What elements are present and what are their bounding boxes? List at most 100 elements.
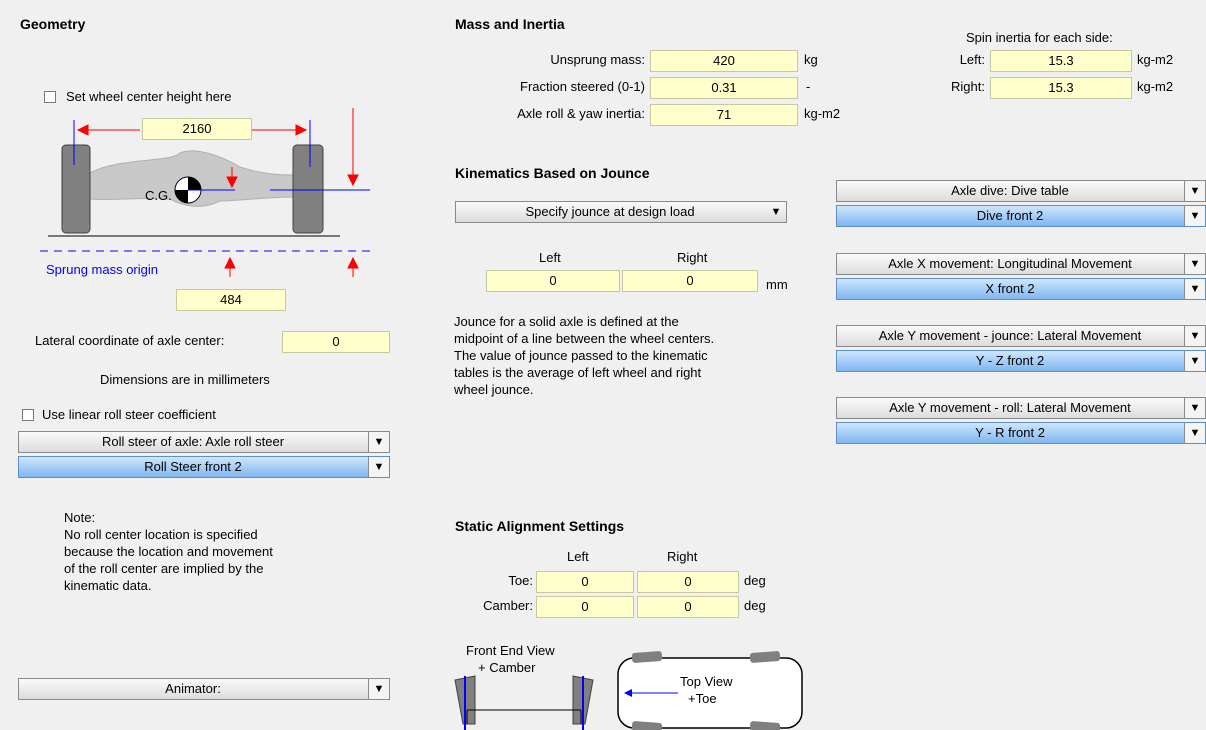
note-title: Note: bbox=[64, 510, 96, 525]
chevron-down-icon: ▼ bbox=[1184, 254, 1205, 274]
linear-roll-label: Use linear roll steer coefficient bbox=[42, 407, 216, 422]
top-view-diagram bbox=[617, 651, 803, 730]
left-wheel bbox=[61, 144, 91, 234]
units-note: Dimensions are in millimeters bbox=[100, 372, 270, 387]
y-jounce-label: Axle Y movement - jounce: Lateral Moveme… bbox=[878, 328, 1142, 343]
toe-unit: deg bbox=[744, 573, 766, 588]
jounce-description: Jounce for a solid axle is defined at th… bbox=[454, 313, 714, 398]
roll-steer-dropdown-label: Roll steer of axle: Axle roll steer bbox=[101, 434, 285, 449]
top-view-label: Top View bbox=[680, 674, 733, 689]
cg-label: C.G. bbox=[145, 188, 172, 203]
spin-right-unit: kg-m2 bbox=[1137, 79, 1174, 94]
y-roll-label: Axle Y movement - roll: Lateral Movement bbox=[889, 400, 1131, 415]
description-line: tables is the average of left wheel and … bbox=[454, 365, 702, 380]
axle-inertia-unit: kg-m2 bbox=[804, 106, 841, 121]
x-value-dropdown[interactable]: X front 2 ▼ bbox=[836, 278, 1206, 300]
chevron-down-icon: ▼ bbox=[1184, 181, 1205, 201]
chevron-down-icon: ▼ bbox=[770, 206, 782, 218]
unsprung-unit: kg bbox=[804, 52, 818, 67]
dive-table-dropdown[interactable]: Axle dive: Dive table ▼ bbox=[836, 180, 1206, 202]
fraction-unit: - bbox=[806, 79, 811, 94]
camber-sign-label: + Camber bbox=[478, 660, 536, 675]
spin-right-field[interactable]: 15.3 bbox=[990, 77, 1132, 99]
spin-title: Spin inertia for each side: bbox=[966, 30, 1113, 45]
chevron-down-icon: ▼ bbox=[1184, 423, 1205, 443]
dive-table-label: Axle dive: Dive table bbox=[951, 183, 1069, 198]
chevron-down-icon: ▼ bbox=[368, 679, 389, 699]
linear-roll-checkbox[interactable] bbox=[22, 409, 34, 421]
mass-title: Mass and Inertia bbox=[455, 16, 565, 32]
spin-right-label: Right: bbox=[951, 79, 985, 94]
chevron-down-icon: ▼ bbox=[1184, 279, 1205, 299]
description-line: The value of jounce passed to the kinema… bbox=[454, 348, 708, 363]
note-line: of the roll center are implied by the bbox=[64, 561, 264, 576]
alignment-title: Static Alignment Settings bbox=[455, 518, 625, 534]
toe-sign-label: +Toe bbox=[688, 691, 717, 706]
lateral-label: Lateral coordinate of axle center: bbox=[35, 333, 225, 348]
chevron-down-icon: ▼ bbox=[368, 432, 389, 452]
toe-right-field[interactable]: 0 bbox=[637, 571, 739, 593]
camber-label: Camber: bbox=[483, 598, 533, 613]
x-movement-dropdown[interactable]: Axle X movement: Longitudinal Movement ▼ bbox=[836, 253, 1206, 275]
jounce-unit: mm bbox=[766, 277, 788, 292]
chevron-down-icon: ▼ bbox=[368, 457, 389, 477]
y-roll-value-dropdown[interactable]: Y - R front 2 ▼ bbox=[836, 422, 1206, 444]
chevron-down-icon: ▼ bbox=[1184, 206, 1205, 226]
unsprung-label: Unsprung mass: bbox=[550, 52, 645, 67]
description-line: wheel jounce. bbox=[454, 382, 534, 397]
animator-dropdown[interactable]: Animator: ▼ bbox=[18, 678, 390, 700]
note-line: because the location and movement bbox=[64, 544, 273, 559]
set-height-label: Set wheel center height here bbox=[66, 89, 232, 104]
x-movement-label: Axle X movement: Longitudinal Movement bbox=[888, 256, 1132, 271]
toe-label: Toe: bbox=[508, 573, 533, 588]
y-roll-value: Y - R front 2 bbox=[975, 425, 1045, 440]
jounce-right-field[interactable]: 0 bbox=[622, 270, 758, 292]
chevron-down-icon: ▼ bbox=[1184, 351, 1205, 371]
roll-center-note: Note: No roll center location is specifi… bbox=[64, 509, 273, 594]
roll-steer-dropdown[interactable]: Roll steer of axle: Axle roll steer ▼ bbox=[18, 431, 390, 453]
sprung-origin-label: Sprung mass origin bbox=[46, 262, 158, 277]
roll-steer-value: Roll Steer front 2 bbox=[144, 459, 242, 474]
description-line: Jounce for a solid axle is defined at th… bbox=[454, 314, 679, 329]
jounce-right-header: Right bbox=[677, 250, 708, 265]
note-line: No roll center location is specified bbox=[64, 527, 258, 542]
fraction-label: Fraction steered (0-1) bbox=[520, 79, 645, 94]
y-jounce-value: Y - Z front 2 bbox=[975, 353, 1045, 368]
height-field[interactable]: 484 bbox=[176, 289, 286, 311]
chevron-down-icon: ▼ bbox=[1184, 398, 1205, 418]
x-value: X front 2 bbox=[985, 281, 1035, 296]
axle-inertia-label: Axle roll & yaw inertia: bbox=[517, 106, 645, 121]
y-jounce-dropdown[interactable]: Axle Y movement - jounce: Lateral Moveme… bbox=[836, 325, 1206, 347]
camber-right-field[interactable]: 0 bbox=[637, 596, 739, 618]
roll-steer-value-dropdown[interactable]: Roll Steer front 2 ▼ bbox=[18, 456, 390, 478]
dive-value-dropdown[interactable]: Dive front 2 ▼ bbox=[836, 205, 1206, 227]
dive-value: Dive front 2 bbox=[976, 208, 1044, 223]
jounce-left-header: Left bbox=[539, 250, 561, 265]
alignment-left-header: Left bbox=[567, 549, 589, 564]
note-line: kinematic data. bbox=[64, 578, 152, 593]
fraction-field[interactable]: 0.31 bbox=[650, 77, 798, 99]
animator-label: Animator: bbox=[165, 681, 221, 696]
lateral-field[interactable]: 0 bbox=[282, 331, 390, 353]
track-width-field[interactable]: 2160 bbox=[142, 118, 252, 140]
y-roll-dropdown[interactable]: Axle Y movement - roll: Lateral Movement… bbox=[836, 397, 1206, 419]
set-height-checkbox[interactable] bbox=[44, 91, 56, 103]
axle-inertia-field[interactable]: 71 bbox=[650, 104, 798, 126]
jounce-dropdown-label: Specify jounce at design load bbox=[525, 204, 695, 219]
camber-left-field[interactable]: 0 bbox=[536, 596, 634, 618]
unsprung-field[interactable]: 420 bbox=[650, 50, 798, 72]
right-wheel bbox=[292, 144, 324, 234]
spin-left-label: Left: bbox=[959, 52, 985, 67]
toe-left-field[interactable]: 0 bbox=[536, 571, 634, 593]
camber-unit: deg bbox=[744, 598, 766, 613]
jounce-left-field[interactable]: 0 bbox=[486, 270, 620, 292]
kinematics-title: Kinematics Based on Jounce bbox=[455, 165, 650, 181]
y-jounce-value-dropdown[interactable]: Y - Z front 2 ▼ bbox=[836, 350, 1206, 372]
jounce-dropdown[interactable]: Specify jounce at design load ▼ bbox=[455, 201, 787, 223]
chevron-down-icon: ▼ bbox=[1184, 326, 1205, 346]
spin-left-field[interactable]: 15.3 bbox=[990, 50, 1132, 72]
geometry-title: Geometry bbox=[20, 16, 86, 32]
front-view-label: Front End View bbox=[466, 643, 555, 658]
alignment-right-header: Right bbox=[667, 549, 698, 564]
spin-left-unit: kg-m2 bbox=[1137, 52, 1174, 67]
